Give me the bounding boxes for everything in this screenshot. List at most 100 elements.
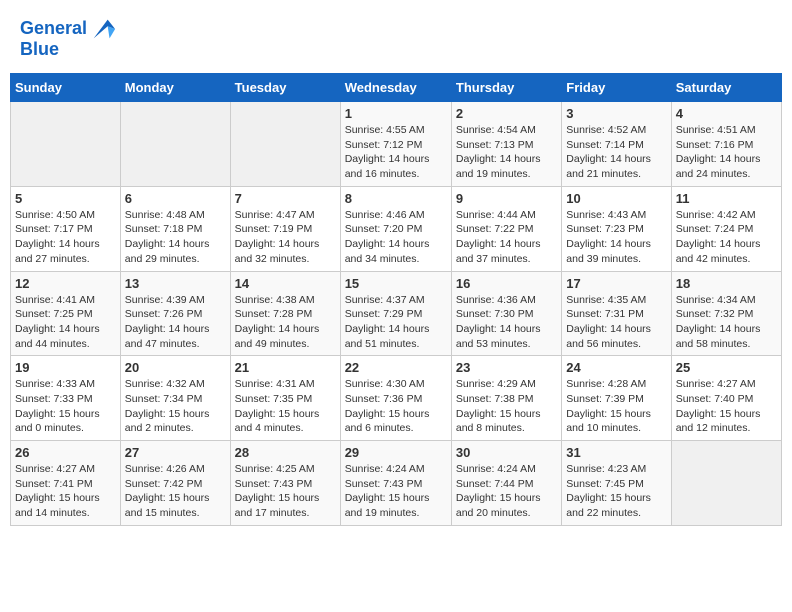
calendar-cell: [671, 441, 781, 526]
day-header-wednesday: Wednesday: [340, 74, 451, 102]
calendar-table: SundayMondayTuesdayWednesdayThursdayFrid…: [10, 73, 782, 526]
calendar-cell: 18 Sunrise: 4:34 AM Sunset: 7:32 PM Dayli…: [671, 271, 781, 356]
cell-info: Sunrise: 4:54 AM Sunset: 7:13 PM Dayligh…: [456, 123, 557, 182]
calendar-cell: 20Sunrise: 4:32 AM Sunset: 7:34 PM Dayli…: [120, 356, 230, 441]
cell-info: Sunrise: 4:23 AM Sunset: 7:45 PM Dayligh…: [566, 462, 666, 521]
cell-day-number: 30: [456, 445, 557, 460]
cell-day-number: 6: [125, 191, 226, 206]
calendar-week-row: 12Sunrise: 4:41 AM Sunset: 7:25 PM Dayli…: [11, 271, 782, 356]
cell-info: Sunrise: 4:34 AM Sunset: 7:32 PM Dayligh…: [676, 293, 777, 352]
cell-day-number: 15: [345, 276, 447, 291]
cell-info: Sunrise: 4:27 AM Sunset: 7:40 PM Dayligh…: [676, 377, 777, 436]
day-header-tuesday: Tuesday: [230, 74, 340, 102]
calendar-cell: 13 Sunrise: 4:39 AM Sunset: 7:26 PM Dayli…: [120, 271, 230, 356]
cell-day-number: 10: [566, 191, 666, 206]
cell-day-number: 13: [125, 276, 226, 291]
cell-info: Sunrise: 4:28 AM Sunset: 7:39 PM Dayligh…: [566, 377, 666, 436]
calendar-cell: 19 Sunrise: 4:33 AM Sunset: 7:33 PM Dayli…: [11, 356, 121, 441]
cell-info: Sunrise: 4:42 AM Sunset: 7:24 PM Dayligh…: [676, 208, 777, 267]
calendar-cell: 16 Sunrise: 4:36 AM Sunset: 7:30 PM Dayli…: [451, 271, 561, 356]
cell-info: Sunrise: 4:35 AM Sunset: 7:31 PM Dayligh…: [566, 293, 666, 352]
cell-day-number: 2: [456, 106, 557, 121]
day-header-saturday: Saturday: [671, 74, 781, 102]
calendar-cell: 15Sunrise: 4:37 AM Sunset: 7:29 PM Dayli…: [340, 271, 451, 356]
day-header-sunday: Sunday: [11, 74, 121, 102]
calendar-week-row: 26Sunrise: 4:27 AM Sunset: 7:41 PM Dayli…: [11, 441, 782, 526]
calendar-cell: 17 Sunrise: 4:35 AM Sunset: 7:31 PM Dayli…: [562, 271, 671, 356]
cell-day-number: 19: [15, 360, 116, 375]
cell-day-number: 4: [676, 106, 777, 121]
cell-info: Sunrise: 4:27 AM Sunset: 7:41 PM Dayligh…: [15, 462, 116, 521]
cell-day-number: 27: [125, 445, 226, 460]
calendar-cell: 21 Sunrise: 4:31 AM Sunset: 7:35 PM Dayli…: [230, 356, 340, 441]
cell-day-number: 21: [235, 360, 336, 375]
cell-info: Sunrise: 4:29 AM Sunset: 7:38 PM Dayligh…: [456, 377, 557, 436]
calendar-cell: 22 Sunrise: 4:30 AM Sunset: 7:36 PM Dayli…: [340, 356, 451, 441]
calendar-cell: 25 Sunrise: 4:27 AM Sunset: 7:40 PM Dayli…: [671, 356, 781, 441]
logo: General Blue: [20, 15, 117, 60]
cell-info: Sunrise: 4:50 AM Sunset: 7:17 PM Dayligh…: [15, 208, 116, 267]
cell-day-number: 1: [345, 106, 447, 121]
cell-info: Sunrise: 4:48 AM Sunset: 7:18 PM Dayligh…: [125, 208, 226, 267]
cell-info: Sunrise: 4:46 AM Sunset: 7:20 PM Dayligh…: [345, 208, 447, 267]
cell-day-number: 28: [235, 445, 336, 460]
calendar-cell: [11, 102, 121, 187]
cell-info: Sunrise: 4:44 AM Sunset: 7:22 PM Dayligh…: [456, 208, 557, 267]
cell-info: Sunrise: 4:47 AM Sunset: 7:19 PM Dayligh…: [235, 208, 336, 267]
day-header-monday: Monday: [120, 74, 230, 102]
calendar-week-row: 1 Sunrise: 4:55 AM Sunset: 7:12 PM Daylig…: [11, 102, 782, 187]
cell-day-number: 17: [566, 276, 666, 291]
cell-info: Sunrise: 4:55 AM Sunset: 7:12 PM Dayligh…: [345, 123, 447, 182]
cell-info: Sunrise: 4:31 AM Sunset: 7:35 PM Dayligh…: [235, 377, 336, 436]
cell-info: Sunrise: 4:26 AM Sunset: 7:42 PM Dayligh…: [125, 462, 226, 521]
calendar-cell: 31 Sunrise: 4:23 AM Sunset: 7:45 PM Dayli…: [562, 441, 671, 526]
calendar-cell: 14 Sunrise: 4:38 AM Sunset: 7:28 PM Dayli…: [230, 271, 340, 356]
cell-info: Sunrise: 4:33 AM Sunset: 7:33 PM Dayligh…: [15, 377, 116, 436]
page-wrapper: General Blue SundayMondayTuesdayWednesda…: [10, 10, 782, 526]
cell-day-number: 3: [566, 106, 666, 121]
cell-day-number: 16: [456, 276, 557, 291]
calendar-cell: 1 Sunrise: 4:55 AM Sunset: 7:12 PM Daylig…: [340, 102, 451, 187]
logo-text: General: [20, 19, 87, 39]
calendar-week-row: 5Sunrise: 4:50 AM Sunset: 7:17 PM Daylig…: [11, 186, 782, 271]
logo-icon: [89, 15, 117, 43]
calendar-cell: 24 Sunrise: 4:28 AM Sunset: 7:39 PM Dayli…: [562, 356, 671, 441]
cell-info: Sunrise: 4:30 AM Sunset: 7:36 PM Dayligh…: [345, 377, 447, 436]
cell-info: Sunrise: 4:39 AM Sunset: 7:26 PM Dayligh…: [125, 293, 226, 352]
cell-info: Sunrise: 4:52 AM Sunset: 7:14 PM Dayligh…: [566, 123, 666, 182]
day-header-friday: Friday: [562, 74, 671, 102]
cell-day-number: 9: [456, 191, 557, 206]
cell-info: Sunrise: 4:36 AM Sunset: 7:30 PM Dayligh…: [456, 293, 557, 352]
cell-day-number: 8: [345, 191, 447, 206]
cell-day-number: 12: [15, 276, 116, 291]
calendar-cell: 6 Sunrise: 4:48 AM Sunset: 7:18 PM Daylig…: [120, 186, 230, 271]
cell-day-number: 25: [676, 360, 777, 375]
cell-day-number: 31: [566, 445, 666, 460]
cell-day-number: 23: [456, 360, 557, 375]
calendar-cell: [230, 102, 340, 187]
cell-info: Sunrise: 4:38 AM Sunset: 7:28 PM Dayligh…: [235, 293, 336, 352]
calendar-cell: 3 Sunrise: 4:52 AM Sunset: 7:14 PM Daylig…: [562, 102, 671, 187]
header: General Blue: [10, 10, 782, 65]
calendar-cell: 9 Sunrise: 4:44 AM Sunset: 7:22 PM Daylig…: [451, 186, 561, 271]
cell-info: Sunrise: 4:43 AM Sunset: 7:23 PM Dayligh…: [566, 208, 666, 267]
calendar-cell: 11Sunrise: 4:42 AM Sunset: 7:24 PM Dayli…: [671, 186, 781, 271]
cell-day-number: 24: [566, 360, 666, 375]
calendar-cell: 29Sunrise: 4:24 AM Sunset: 7:43 PM Dayli…: [340, 441, 451, 526]
calendar-cell: 2 Sunrise: 4:54 AM Sunset: 7:13 PM Daylig…: [451, 102, 561, 187]
cell-day-number: 22: [345, 360, 447, 375]
calendar-cell: 5Sunrise: 4:50 AM Sunset: 7:17 PM Daylig…: [11, 186, 121, 271]
cell-info: Sunrise: 4:51 AM Sunset: 7:16 PM Dayligh…: [676, 123, 777, 182]
calendar-cell: 8 Sunrise: 4:46 AM Sunset: 7:20 PM Daylig…: [340, 186, 451, 271]
cell-day-number: 14: [235, 276, 336, 291]
calendar-cell: 26Sunrise: 4:27 AM Sunset: 7:41 PM Dayli…: [11, 441, 121, 526]
calendar-week-row: 19 Sunrise: 4:33 AM Sunset: 7:33 PM Dayli…: [11, 356, 782, 441]
calendar-header-row: SundayMondayTuesdayWednesdayThursdayFrid…: [11, 74, 782, 102]
cell-day-number: 18: [676, 276, 777, 291]
cell-day-number: 20: [125, 360, 226, 375]
day-header-thursday: Thursday: [451, 74, 561, 102]
cell-info: Sunrise: 4:25 AM Sunset: 7:43 PM Dayligh…: [235, 462, 336, 521]
calendar-cell: 23 Sunrise: 4:29 AM Sunset: 7:38 PM Dayli…: [451, 356, 561, 441]
calendar-cell: 10 Sunrise: 4:43 AM Sunset: 7:23 PM Dayli…: [562, 186, 671, 271]
calendar-cell: 30Sunrise: 4:24 AM Sunset: 7:44 PM Dayli…: [451, 441, 561, 526]
